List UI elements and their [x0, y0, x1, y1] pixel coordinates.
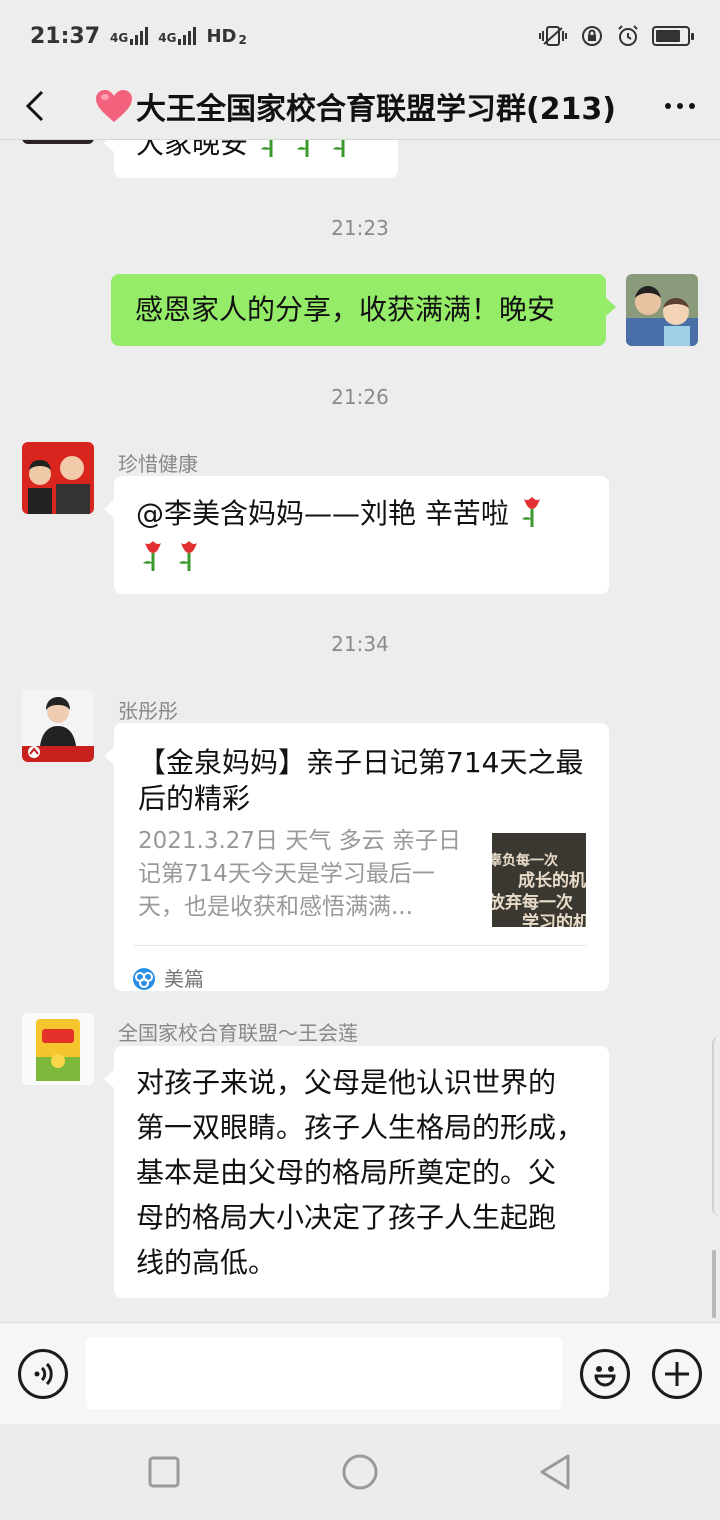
- avatar-photo: [22, 1013, 94, 1085]
- status-bar: 21:37 4G 4G HD 2: [0, 0, 720, 72]
- timestamp: 21:34: [331, 632, 389, 656]
- plus-button[interactable]: [652, 1349, 702, 1399]
- dot: [677, 102, 683, 109]
- divider: [134, 945, 587, 946]
- alarm-icon: [618, 25, 638, 46]
- rose-icon: [521, 497, 540, 527]
- signal-indicator-2: 4G: [158, 27, 197, 45]
- sender-name: 全国家校合育联盟～王会莲: [118, 1021, 358, 1045]
- emoji-button[interactable]: [580, 1349, 630, 1399]
- avatar[interactable]: [22, 690, 94, 762]
- hd-voice-indicator: HD 2: [206, 25, 247, 47]
- voice-button[interactable]: [18, 1349, 68, 1399]
- avatar[interactable]: [22, 140, 94, 144]
- back-nav-button[interactable]: [536, 1452, 576, 1492]
- chat-header: 大王全国家校合育联盟学习群(213): [0, 72, 720, 140]
- voice-icon: [34, 1362, 53, 1386]
- sender-name: 珍惜健康: [118, 452, 198, 476]
- back-button[interactable]: [0, 72, 70, 140]
- rose-icon: [333, 140, 345, 157]
- sender-name: 张彤彤: [118, 699, 178, 723]
- message-bubble[interactable]: @李美含妈妈——刘艳 辛苦啦: [104, 476, 609, 594]
- avatar-photo: [626, 274, 698, 346]
- rose-icon: [297, 140, 309, 157]
- recent-apps-button[interactable]: [144, 1452, 184, 1492]
- own-message-bubble[interactable]: 感恩家人的分享，收获满满！晚安: [111, 274, 616, 346]
- status-time: 21:37: [30, 23, 101, 49]
- meipian-logo-icon: [133, 968, 155, 990]
- timestamp: 21:23: [331, 216, 389, 240]
- dot: [665, 102, 671, 109]
- card-title: 【金泉妈妈】亲子日记第714天之最后的精彩: [138, 746, 584, 815]
- message-list[interactable]: 大家晚安 21:23 感恩家人的分享，收获满满！晚安 21:26 珍惜健康 @李…: [0, 140, 720, 1322]
- battery-icon: [652, 26, 694, 46]
- rotation-lock-icon: [582, 26, 602, 46]
- plus-icon: [665, 1362, 689, 1386]
- input-bar: [0, 1322, 720, 1424]
- home-button[interactable]: [340, 1452, 380, 1492]
- timestamp: 21:26: [331, 385, 389, 409]
- avatar[interactable]: [22, 1013, 94, 1085]
- more-button[interactable]: [640, 72, 720, 140]
- chat-title-text: 大王全国家校合育联盟学习群(213): [135, 91, 617, 127]
- edge-swipe-handle[interactable]: [712, 1036, 720, 1216]
- system-nav-bar: [0, 1424, 720, 1520]
- card-source: 美篇: [132, 957, 204, 1001]
- dot: [689, 102, 695, 109]
- own-avatar[interactable]: [626, 274, 698, 346]
- message-input[interactable]: [86, 1337, 562, 1409]
- vibrate-icon: [539, 26, 567, 46]
- rose-icon: [261, 140, 273, 157]
- card-thumbnail: 辜负每一次 成长的机会 放弃每一次 学习的机会: [492, 833, 586, 927]
- chevron-left-icon: [25, 90, 44, 121]
- rose-icon: [143, 541, 161, 571]
- avatar-photo: [22, 442, 94, 514]
- rose-icon: [179, 541, 197, 571]
- scrollbar[interactable]: [712, 1250, 716, 1318]
- message-bubble[interactable]: 对孩子来说，父母是他认识世界的 第一双眼睛。孩子人生格局的形成， 基本是由父母的…: [104, 1046, 609, 1298]
- avatar[interactable]: [22, 442, 94, 514]
- chat-title: 大王全国家校合育联盟学习群(213): [70, 84, 640, 128]
- emoji-icon: [594, 1366, 616, 1387]
- signal-indicator-1: 4G: [110, 27, 149, 45]
- heart-icon: [95, 89, 132, 122]
- link-card[interactable]: 【金泉妈妈】亲子日记第714天之最后的精彩 2021.3.27日 天气 多云 亲…: [104, 723, 609, 991]
- avatar-photo: [22, 690, 94, 762]
- message-bubble[interactable]: 大家晚安: [104, 140, 398, 178]
- card-description: 2021.3.27日 天气 多云 亲子日记第714天今天是学习最后一天，也是收获…: [138, 828, 461, 920]
